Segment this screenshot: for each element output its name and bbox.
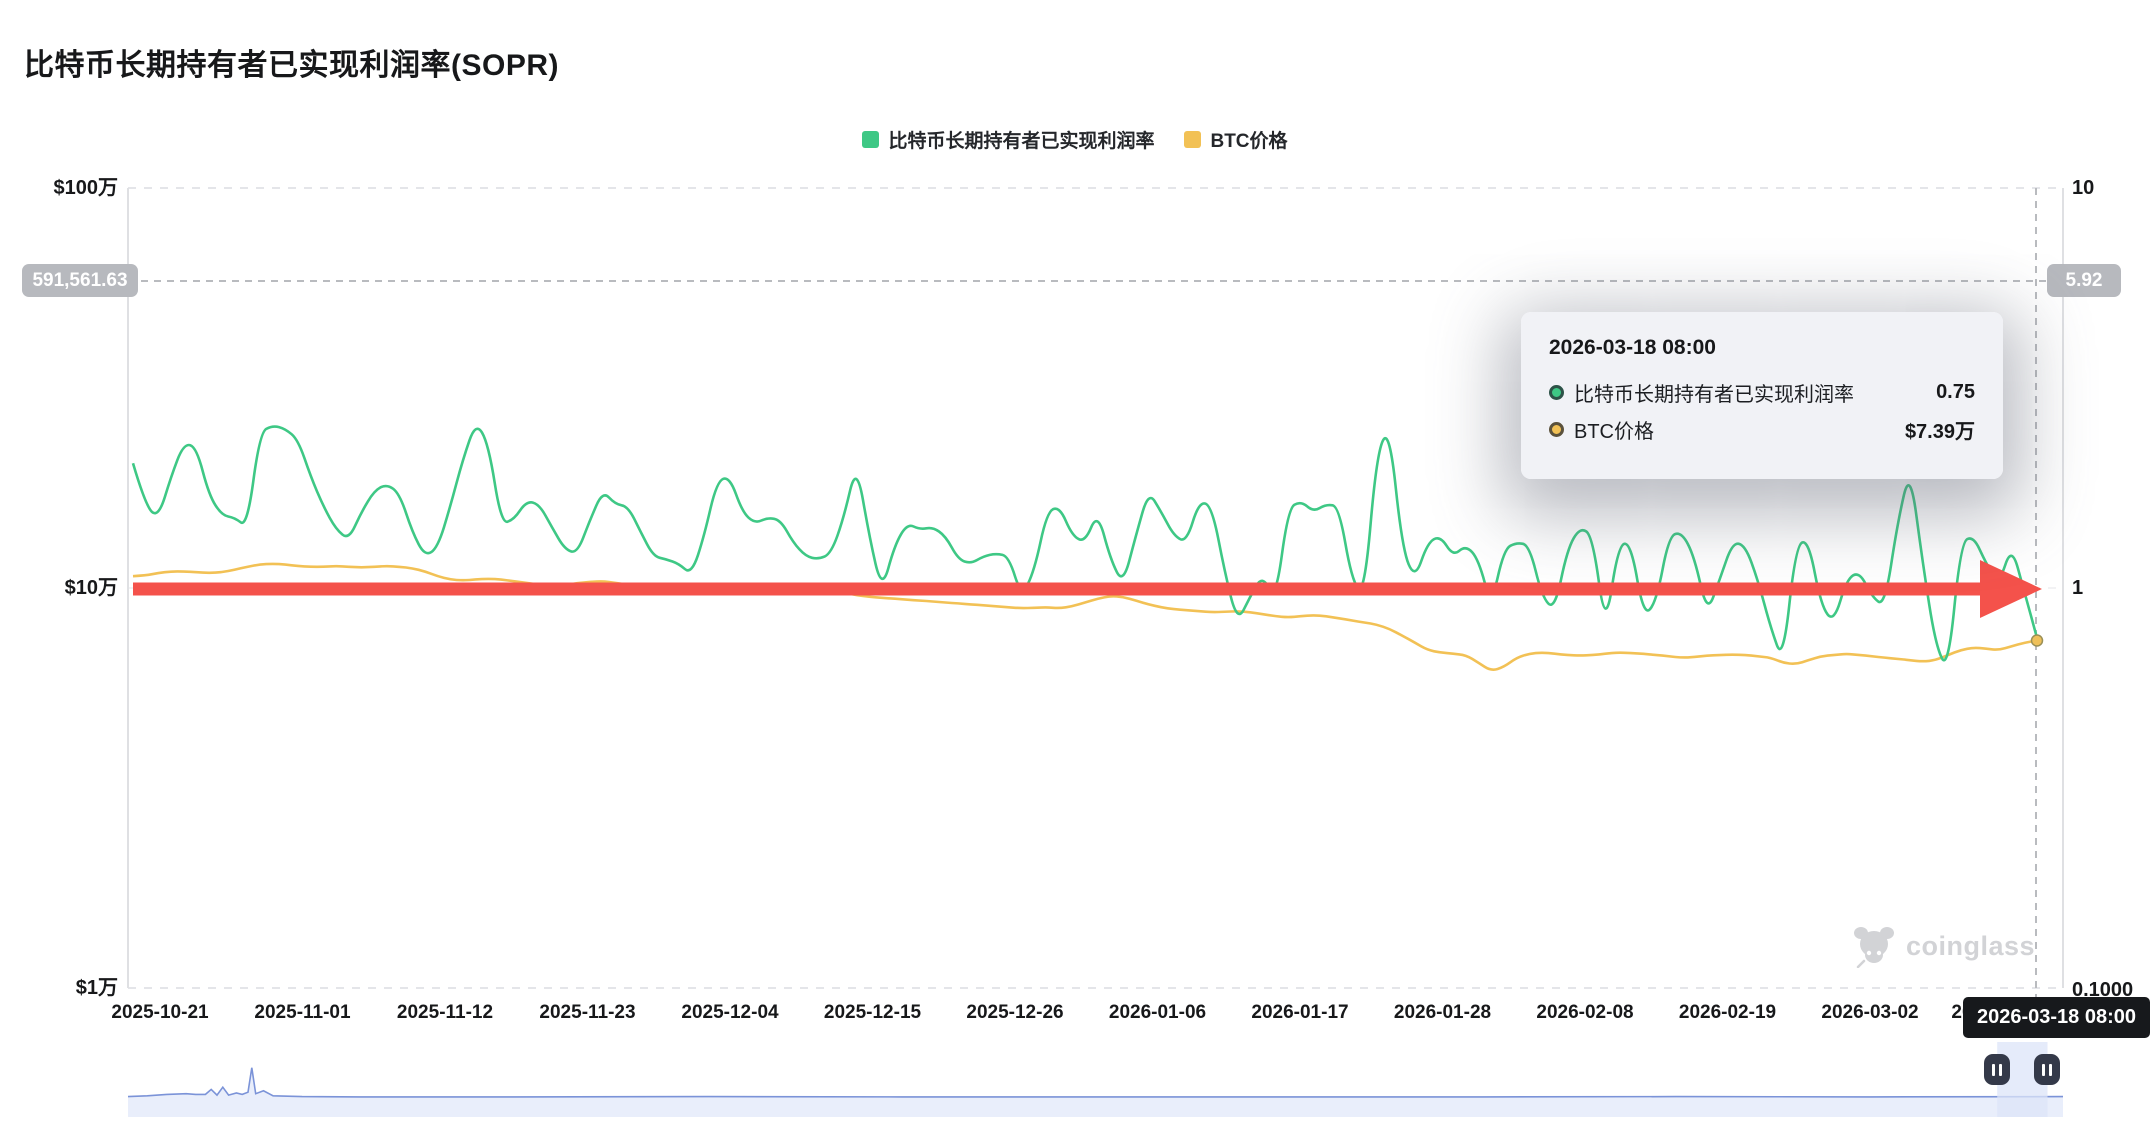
x-axis-tick: 2026-02-19 bbox=[1679, 1002, 1776, 1024]
watermark-text: coinglass bbox=[1906, 931, 2035, 962]
x-axis-tick: 2025-11-12 bbox=[397, 1002, 493, 1024]
x-axis-tick: 2025-11-01 bbox=[254, 1002, 350, 1024]
tooltip-row: 比特币长期持有者已实现利润率 0.75 bbox=[1549, 378, 1975, 407]
x-axis-tick: 2026-01-28 bbox=[1394, 1002, 1491, 1024]
right-axis-tick-1: 1 bbox=[2072, 578, 2083, 598]
left-axis-tick-1w: $1万 bbox=[0, 978, 118, 998]
navigator-right-handle[interactable] bbox=[2034, 1054, 2060, 1085]
x-axis-tick: 2025-10-21 bbox=[111, 1002, 208, 1024]
crosshair-right-badge: 5.92 bbox=[2047, 264, 2121, 297]
tooltip-rows: 比特币长期持有者已实现利润率 0.75 BTC价格 $7.39万 bbox=[1549, 378, 1975, 444]
tooltip-series-value: 0.75 bbox=[1936, 381, 1975, 404]
x-axis-tick: 2025-12-04 bbox=[681, 1002, 778, 1024]
tooltip-series-marker bbox=[1549, 422, 1564, 437]
x-axis-tick: 2026-02-08 bbox=[1536, 1002, 1633, 1024]
tooltip-series-value: $7.39万 bbox=[1905, 415, 1975, 444]
x-axis-tick: 2026-03-02 bbox=[1821, 1002, 1918, 1024]
x-axis-tick: 2026-01-17 bbox=[1251, 1002, 1348, 1024]
tooltip-series-label: BTC价格 bbox=[1574, 415, 1654, 444]
main-chart[interactable] bbox=[0, 0, 2150, 1142]
tooltip-series-label: 比特币长期持有者已实现利润率 bbox=[1574, 378, 1854, 407]
crosshair-time-badge: 2026-03-18 08:00 bbox=[1963, 997, 2150, 1038]
left-axis-tick-100w: $100万 bbox=[0, 178, 118, 198]
navigator-left-handle[interactable] bbox=[1984, 1054, 2010, 1085]
left-axis-tick-10w: $10万 bbox=[0, 578, 118, 598]
tooltip-series-marker bbox=[1549, 385, 1564, 400]
x-axis-tick: 2025-12-26 bbox=[966, 1002, 1063, 1024]
chart-tooltip: 2026-03-18 08:00 比特币长期持有者已实现利润率 0.75 BTC价格… bbox=[1521, 312, 2003, 479]
coinglass-logo-icon bbox=[1852, 924, 1896, 968]
coinglass-watermark: coinglass bbox=[1852, 924, 2035, 968]
x-axis-tick: 2025-12-15 bbox=[824, 1002, 921, 1024]
right-axis-tick-10: 10 bbox=[2072, 178, 2094, 198]
crosshair-left-badge: 591,561.63 bbox=[22, 264, 138, 297]
x-axis: 2025-10-21 2025-11-01 2025-11-12 2025-11-23… bbox=[0, 1002, 2150, 1030]
x-axis-tick: 2026-01-06 bbox=[1109, 1002, 1206, 1024]
tooltip-time: 2026-03-18 08:00 bbox=[1549, 336, 1975, 360]
x-axis-tick: 2025-11-23 bbox=[539, 1002, 635, 1024]
sopr-chart-page: 比特币长期持有者已实现利润率(SOPR) 比特币长期持有者已实现利润率BTC价格… bbox=[0, 0, 2150, 1142]
tooltip-row: BTC价格 $7.39万 bbox=[1549, 415, 1975, 444]
